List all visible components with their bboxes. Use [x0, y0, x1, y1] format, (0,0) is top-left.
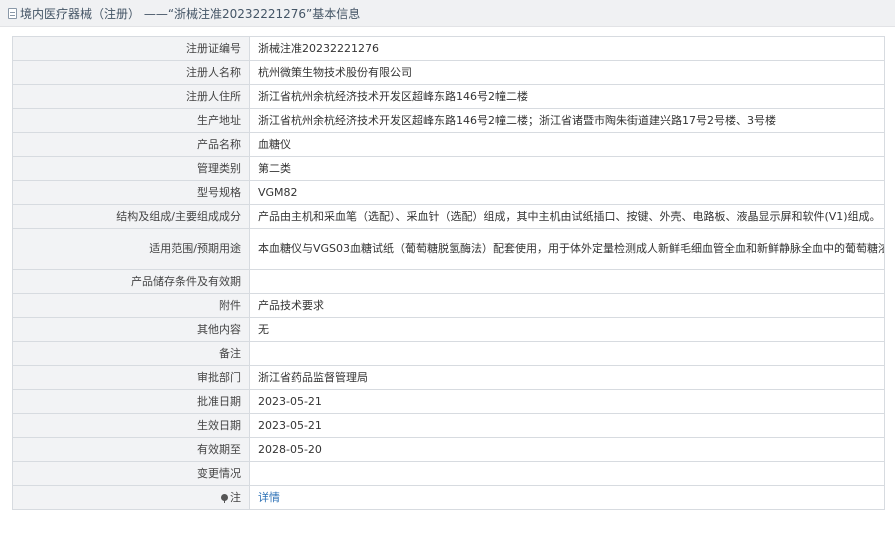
row-label-structure: 结构及组成/主要组成成分 — [12, 204, 250, 229]
table-row: 批准日期 2023-05-21 — [12, 389, 885, 414]
row-value-storage — [249, 269, 885, 294]
table-row: 管理类别 第二类 — [12, 156, 885, 181]
table-row: 注册人名称 杭州微策生物技术股份有限公司 — [12, 60, 885, 85]
row-label-intended-use: 适用范围/预期用途 — [12, 228, 250, 270]
table-row: 生产地址 浙江省杭州余杭经济技术开发区超峰东路146号2幢二楼；浙江省诸暨市陶朱… — [12, 108, 885, 133]
row-value-note: 详情 — [249, 485, 885, 510]
table-row: 附件 产品技术要求 — [12, 293, 885, 318]
row-label-effective-date: 生效日期 — [12, 413, 250, 438]
row-label-change-status: 变更情况 — [12, 461, 250, 486]
row-value-other-content: 无 — [249, 317, 885, 342]
row-value-management-category: 第二类 — [249, 156, 885, 181]
row-label-product-name: 产品名称 — [12, 132, 250, 157]
row-value-expiry-date: 2028-05-20 — [249, 437, 885, 462]
table-row: 产品名称 血糖仪 — [12, 132, 885, 157]
row-value-approval-dept: 浙江省药品监督管理局 — [249, 365, 885, 390]
row-label-remarks: 备注 — [12, 341, 250, 366]
info-table: 注册证编号 浙械注准20232221276 注册人名称 杭州微策生物技术股份有限… — [12, 36, 885, 510]
row-value-production-address: 浙江省杭州余杭经济技术开发区超峰东路146号2幢二楼；浙江省诸暨市陶朱街道建兴路… — [249, 108, 885, 133]
table-row: 适用范围/预期用途 本血糖仪与VGS03血糖试纸（葡萄糖脱氢酶法）配套使用，用于… — [12, 228, 885, 270]
table-row: 型号规格 VGM82 — [12, 180, 885, 205]
table-row: 其他内容 无 — [12, 317, 885, 342]
row-value-registrant-address: 浙江省杭州余杭经济技术开发区超峰东路146号2幢二楼 — [249, 84, 885, 109]
table-row: 生效日期 2023-05-21 — [12, 413, 885, 438]
table-row: 注 详情 — [12, 485, 885, 510]
table-row: 结构及组成/主要组成成分 产品由主机和采血笔（选配）、采血针（选配）组成，其中主… — [12, 204, 885, 229]
row-label-management-category: 管理类别 — [12, 156, 250, 181]
row-value-change-status — [249, 461, 885, 486]
row-label-storage: 产品储存条件及有效期 — [12, 269, 250, 294]
row-label-production-address: 生产地址 — [12, 108, 250, 133]
page-header: 境内医疗器械（注册） ——“浙械注准20232221276”基本信息 — [0, 0, 895, 27]
table-row: 注册证编号 浙械注准20232221276 — [12, 36, 885, 61]
table-row: 有效期至 2028-05-20 — [12, 437, 885, 462]
note-label: 注 — [230, 490, 241, 504]
row-value-effective-date: 2023-05-21 — [249, 413, 885, 438]
page-title: 境内医疗器械（注册） ——“浙械注准20232221276”基本信息 — [20, 6, 361, 21]
row-label-other-content: 其他内容 — [12, 317, 250, 342]
table-row: 备注 — [12, 341, 885, 366]
row-value-structure: 产品由主机和采血笔（选配）、采血针（选配）组成，其中主机由试纸插口、按键、外壳、… — [249, 204, 885, 229]
row-value-product-name: 血糖仪 — [249, 132, 885, 157]
row-value-attachment: 产品技术要求 — [249, 293, 885, 318]
row-label-expiry-date: 有效期至 — [12, 437, 250, 462]
row-label-note: 注 — [12, 485, 250, 510]
table-row: 产品储存条件及有效期 — [12, 269, 885, 294]
row-value-registrant-name: 杭州微策生物技术股份有限公司 — [249, 60, 885, 85]
row-label-approval-dept: 审批部门 — [12, 365, 250, 390]
row-label-registrant-address: 注册人住所 — [12, 84, 250, 109]
row-label-approval-date: 批准日期 — [12, 389, 250, 414]
details-link[interactable]: 详情 — [258, 491, 280, 504]
table-row: 变更情况 — [12, 461, 885, 486]
row-value-approval-date: 2023-05-21 — [249, 389, 885, 414]
row-label-model-spec: 型号规格 — [12, 180, 250, 205]
table-row: 注册人住所 浙江省杭州余杭经济技术开发区超峰东路146号2幢二楼 — [12, 84, 885, 109]
row-label-registration-number: 注册证编号 — [12, 36, 250, 61]
row-value-intended-use: 本血糖仪与VGS03血糖试纸（葡萄糖脱氢酶法）配套使用，用于体外定量检测成人新鲜… — [249, 228, 885, 270]
row-label-registrant-name: 注册人名称 — [12, 60, 250, 85]
note-pin-icon — [221, 493, 228, 503]
table-row: 审批部门 浙江省药品监督管理局 — [12, 365, 885, 390]
document-icon — [8, 7, 17, 19]
row-value-registration-number: 浙械注准20232221276 — [249, 36, 885, 61]
row-value-remarks — [249, 341, 885, 366]
row-value-model-spec: VGM82 — [249, 180, 885, 205]
row-label-attachment: 附件 — [12, 293, 250, 318]
